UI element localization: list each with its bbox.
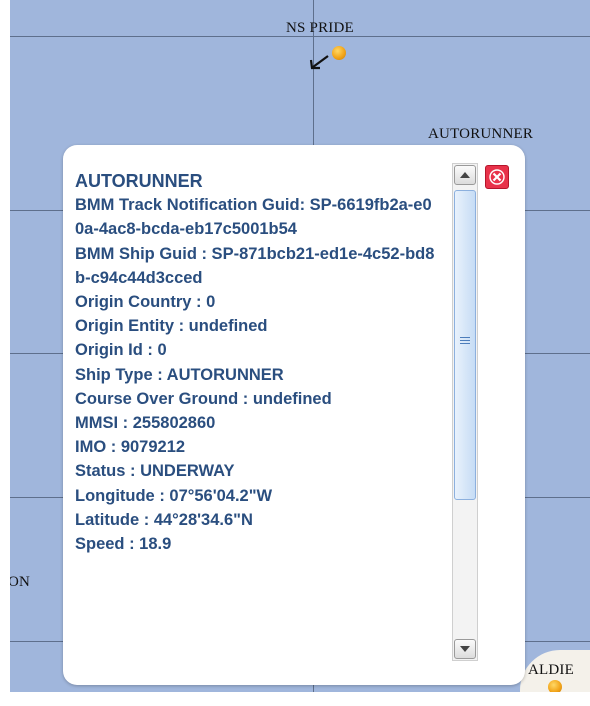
popup-line: BMM Ship Guid : SP-871bcb21-ed1e-4c52-bd… (75, 244, 435, 287)
scrollbar-thumb[interactable] (454, 190, 476, 500)
ship-label-ns-pride[interactable]: NS PRIDE (286, 20, 354, 37)
arrow-up-icon (460, 172, 470, 178)
popup-line: BMM Track Notification Guid: SP-6619fb2a… (75, 196, 432, 239)
popup-line: IMO : 9079212 (75, 438, 186, 457)
popup-line: Longitude : 07°56'04.2"W (75, 486, 273, 505)
arrow-down-icon (460, 646, 470, 652)
heading-arrow-icon (309, 55, 329, 70)
popup-line: Origin Id : 0 (75, 341, 167, 360)
scroll-up-button[interactable] (454, 165, 476, 185)
ship-info-popup: AUTORUNNER BMM Track Notification Guid: … (63, 145, 525, 685)
ship-label-autorunner[interactable]: AUTORUNNER (428, 126, 533, 143)
popup-line: Status : UNDERWAY (75, 462, 235, 481)
close-button[interactable] (485, 165, 509, 189)
popup-line: Origin Country : 0 (75, 293, 216, 312)
ship-marker-icon[interactable] (332, 46, 346, 60)
scroll-down-button[interactable] (454, 639, 476, 659)
popup-scrollbar[interactable] (452, 163, 478, 661)
grip-icon (460, 337, 470, 347)
popup-line: Latitude : 44°28'34.6"N (75, 510, 253, 529)
popup-line: Speed : 18.9 (75, 535, 172, 554)
ship-label-partial-left[interactable]: ON (10, 574, 30, 591)
ship-marker-icon[interactable] (548, 680, 562, 692)
popup-line: MMSI : 255802860 (75, 414, 216, 433)
popup-content: AUTORUNNER BMM Track Notification Guid: … (75, 169, 435, 556)
ship-label-partial-right[interactable]: ALDIE (528, 662, 574, 679)
popup-line: Origin Entity : undefined (75, 317, 268, 336)
popup-title: AUTORUNNER (75, 171, 203, 191)
close-icon (489, 169, 505, 185)
popup-line: Course Over Ground : undefined (75, 389, 332, 408)
popup-line: Ship Type : AUTORUNNER (75, 365, 284, 384)
